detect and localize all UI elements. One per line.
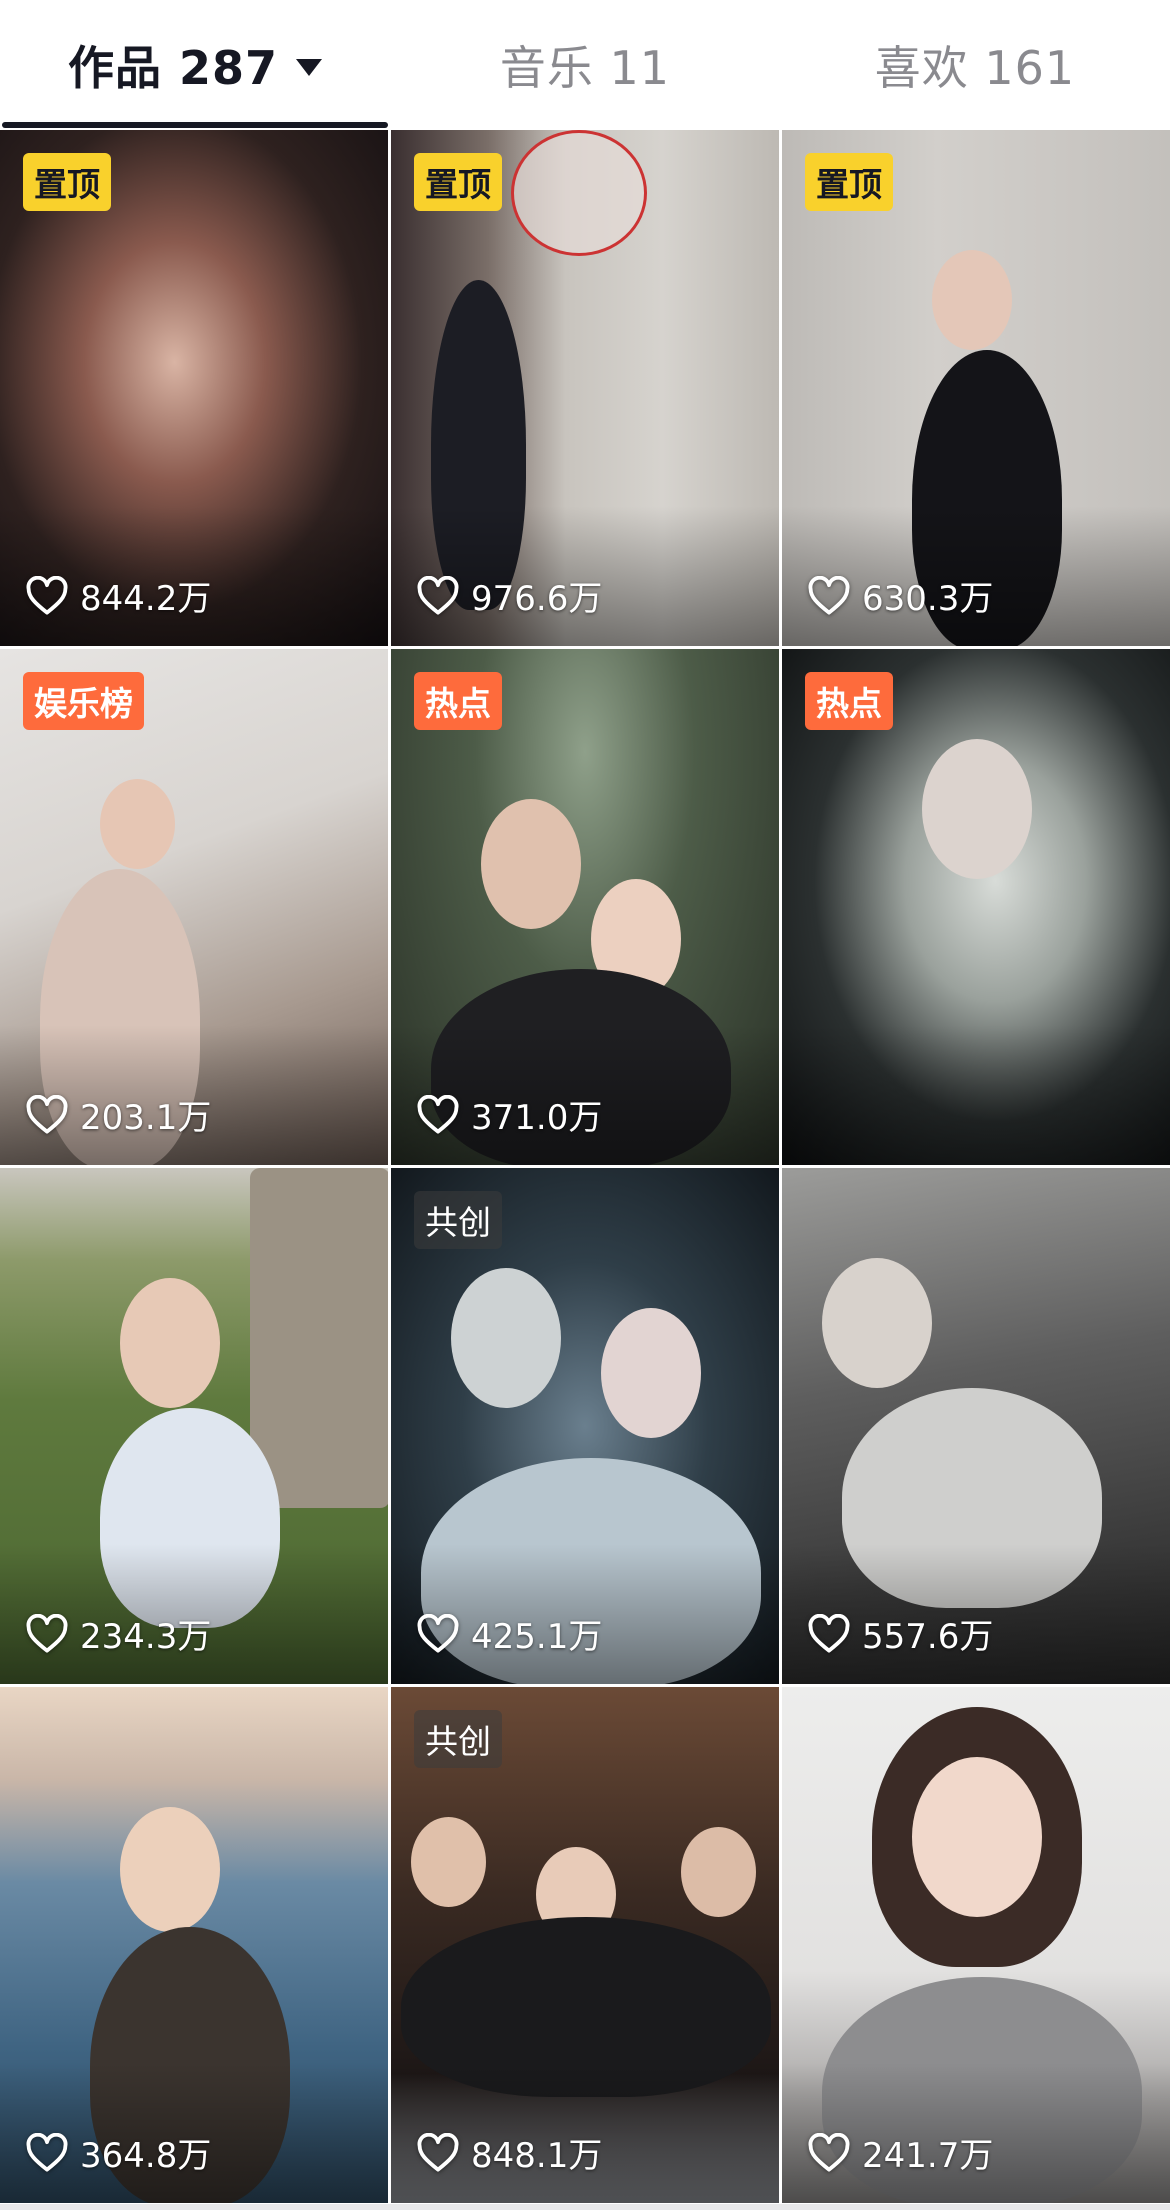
like-count: 371.0万: [417, 1090, 602, 1139]
heart-outline-icon: [26, 1613, 68, 1653]
triangle-down-icon[interactable]: [296, 58, 323, 76]
tab-likes-label: 喜欢 161: [874, 41, 1076, 95]
co-creation-badge: 共创: [414, 1710, 502, 1768]
video-thumbnail[interactable]: 234.3万: [0, 1168, 388, 1684]
heart-outline-icon: [417, 2132, 459, 2172]
video-thumbnail[interactable]: 热点 371.0万: [391, 649, 779, 1165]
hot-badge: 热点: [805, 672, 893, 730]
like-count: 630.3万: [808, 571, 993, 620]
profile-tabs: 作品 287 音乐 11 喜欢 161: [0, 0, 1170, 130]
video-thumbnail[interactable]: 364.8万: [0, 1687, 388, 2203]
like-count: 557.6万: [808, 1609, 993, 1658]
hot-badge: 热点: [414, 672, 502, 730]
co-creation-badge: 共创: [414, 1191, 502, 1249]
heart-outline-icon: [808, 575, 850, 615]
tab-music[interactable]: 音乐 11: [390, 0, 780, 130]
like-count: 976.6万: [417, 571, 602, 620]
active-tab-indicator: [2, 122, 388, 128]
tab-works[interactable]: 作品 287: [0, 0, 390, 130]
heart-outline-icon: [26, 2132, 68, 2172]
video-thumbnail[interactable]: 置顶 844.2万: [0, 130, 388, 646]
video-thumbnail[interactable]: 娱乐榜 203.1万: [0, 649, 388, 1165]
video-thumbnail[interactable]: 557.6万: [782, 1168, 1170, 1684]
tab-likes[interactable]: 喜欢 161: [780, 0, 1170, 130]
like-count: 848.1万: [417, 2128, 602, 2177]
like-count: 203.1万: [26, 1090, 211, 1139]
like-count: 425.1万: [417, 1609, 602, 1658]
heart-outline-icon: [26, 1094, 68, 1134]
heart-outline-icon: [417, 1094, 459, 1134]
video-thumbnail[interactable]: 共创 425.1万: [391, 1168, 779, 1684]
video-thumbnail[interactable]: 共创 848.1万: [391, 1687, 779, 2203]
video-thumbnail[interactable]: 置顶 976.6万: [391, 130, 779, 646]
pinned-badge: 置顶: [23, 153, 111, 211]
video-grid: 置顶 844.2万 置顶 976.6万 置顶 630.3万 娱乐榜 203.1万…: [0, 130, 1170, 2203]
heart-outline-icon: [417, 575, 459, 615]
like-count: 241.7万: [808, 2128, 993, 2177]
next-row-preview: [0, 2204, 1170, 2210]
like-count: 844.2万: [26, 571, 211, 620]
ranking-badge: 娱乐榜: [23, 672, 144, 730]
heart-outline-icon: [808, 2132, 850, 2172]
heart-outline-icon: [26, 575, 68, 615]
pinned-badge: 置顶: [414, 153, 502, 211]
tab-works-label: 作品 287: [67, 41, 279, 95]
pinned-badge: 置顶: [805, 153, 893, 211]
heart-outline-icon: [808, 1613, 850, 1653]
heart-outline-icon: [417, 1613, 459, 1653]
like-count: 364.8万: [26, 2128, 211, 2177]
video-thumbnail[interactable]: 置顶 630.3万: [782, 130, 1170, 646]
tab-music-label: 音乐 11: [499, 41, 671, 95]
video-thumbnail[interactable]: 241.7万: [782, 1687, 1170, 2203]
like-count: 234.3万: [26, 1609, 211, 1658]
video-thumbnail[interactable]: 热点: [782, 649, 1170, 1165]
